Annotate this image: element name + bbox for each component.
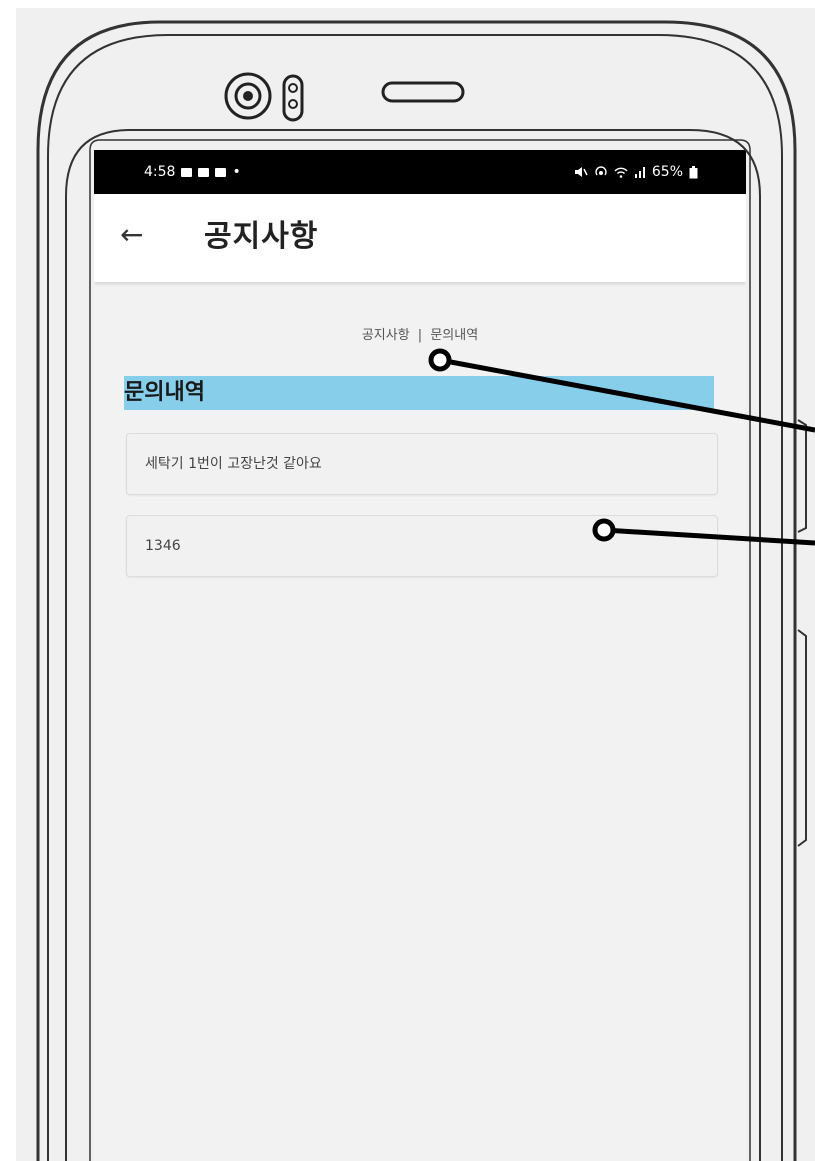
signal-icon [634, 167, 645, 178]
tab-nav: 공지사항 | 문의내역 [94, 324, 746, 343]
app-icon [215, 167, 227, 177]
battery-percent: 65% [651, 164, 683, 180]
app-bar: ← 공지사항 [94, 194, 746, 282]
battery-icon [689, 165, 698, 178]
page-title: 공지사항 [204, 219, 319, 254]
status-time: 4:58 [144, 164, 176, 180]
notification-icon [181, 167, 193, 177]
canvas: 4:58 • 65% ← 공지사항 공지사항 | 문의내역 문의내역 세탁기 1… [0, 0, 815, 1161]
hotspot-icon [595, 166, 607, 176]
section-title: 문의내역 [124, 380, 205, 405]
section-header: 문의내역 [124, 376, 714, 410]
inquiry-content-field[interactable]: 1346 [126, 515, 718, 577]
tab-inquiry[interactable]: 문의내역 [428, 328, 480, 343]
status-left: 4:58 • [144, 164, 241, 180]
tab-separator: | [417, 328, 423, 343]
back-arrow-icon[interactable]: ← [120, 218, 143, 252]
status-right: 65% [574, 164, 698, 180]
phone-screen: 4:58 • 65% ← 공지사항 공지사항 | 문의내역 문의내역 세탁기 1… [94, 150, 746, 1161]
mute-icon [574, 167, 588, 177]
notification-icon [198, 167, 210, 177]
status-bar: 4:58 • 65% [94, 150, 746, 194]
inquiry-title-field[interactable]: 세탁기 1번이 고장난것 같아요 [126, 433, 718, 495]
status-dot: • [232, 164, 241, 180]
wifi-icon [614, 167, 628, 178]
tab-notice[interactable]: 공지사항 [360, 328, 412, 343]
